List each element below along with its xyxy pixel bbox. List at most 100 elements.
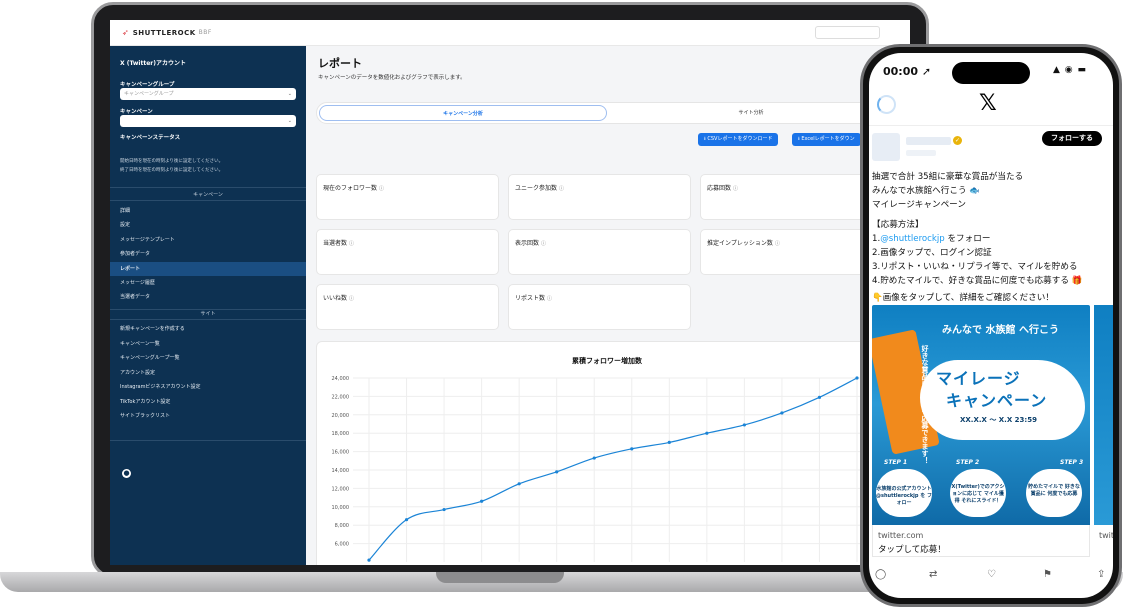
share-icon[interactable]: ⇪ [1097, 569, 1105, 580]
follow-button[interactable]: フォローする [1042, 131, 1102, 146]
info-icon[interactable]: ⓘ [379, 186, 384, 192]
status-note-1: 開始日時を現在の時刻より後に設定してください。 [120, 159, 224, 164]
promo-title-line2: キャンペーン [946, 391, 1048, 410]
data-point[interactable] [592, 456, 596, 460]
metric-label: いいね数 ⓘ [323, 293, 354, 302]
campaign-image-card-next[interactable] [1094, 305, 1113, 525]
sidebar-item-message-history[interactable]: メッセージ履歴 [110, 276, 306, 290]
card-url: twitter.com [878, 531, 924, 540]
metric-label: 推定インプレッション数 ⓘ [707, 238, 780, 247]
bookmark-icon[interactable]: ⚑ [1043, 569, 1052, 580]
card-cta[interactable]: タップして応募！ [878, 543, 946, 555]
y-tick-label: 14,000 [332, 468, 350, 474]
data-point[interactable] [442, 507, 446, 512]
data-point[interactable] [555, 470, 559, 474]
info-icon[interactable]: ⓘ [541, 241, 546, 247]
info-icon[interactable]: ⓘ [559, 186, 564, 192]
sidebar-item-blacklist[interactable]: サイトブラックリスト [110, 409, 306, 423]
section-site: サイト [200, 311, 216, 317]
sidebar-item-details[interactable]: 詳細 [110, 204, 306, 218]
handle-placeholder [906, 150, 936, 156]
metric-label-text: 表示回数 [515, 240, 540, 247]
campaign-image-card[interactable]: みんなで 水族館 へ行こう 好きな賞品に何度でも応募できます！ マイレージ キャ… [872, 305, 1090, 525]
sidebar-item-tiktok[interactable]: TikTokアカウント設定 [110, 395, 306, 409]
reply-icon[interactable]: ◯ [875, 569, 886, 580]
excel-download-button[interactable]: ⭳ Excelレポートをダウン [792, 133, 861, 146]
data-point[interactable] [404, 518, 409, 522]
step-1-label: STEP 1 [884, 459, 908, 466]
sidebar-item-participants[interactable]: 参加者データ [110, 247, 306, 261]
sidebar-item-campaign-list[interactable]: キャンペーン一覧 [110, 337, 306, 351]
sidebar-item-account-settings[interactable]: アカウント設定 [110, 366, 306, 380]
page-description: キャンペーンのデータを数値化およびグラフで表示します。 [318, 75, 466, 81]
account-select[interactable] [815, 26, 880, 39]
step-2-text: X(Twitter)でのアクションに応じて マイル獲得 それにスライド！ [951, 484, 1005, 504]
metric-card-views: 表示回数 ⓘ [508, 229, 691, 275]
tab-site-analysis[interactable]: サイト分析 [607, 105, 895, 121]
metric-card-followers: 現在のフォロワー数 ⓘ [316, 174, 499, 220]
info-icon[interactable]: ⓘ [349, 296, 354, 302]
data-point[interactable] [817, 395, 822, 399]
metric-card-entries: 応募回数 ⓘ [700, 174, 883, 220]
sidebar-item-campaign-groups[interactable]: キャンペーングループ一覧 [110, 351, 306, 365]
campaign-select[interactable]: ⌄ [120, 115, 296, 127]
sidebar-item-instagram[interactable]: Instagramビジネスアカウント設定 [110, 380, 306, 394]
sidebar-item-settings[interactable]: 設定 [110, 218, 306, 232]
tab-campaign-analysis[interactable]: キャンペーン分析 [319, 105, 607, 121]
phone-screen: 00:00 ➚ ▲ ◉ ▬ 𝕏 ✓ フォローする 抽選で合計 35組に豪華な賞品… [869, 53, 1113, 598]
report-tabs: キャンペーン分析 サイト分析 [316, 102, 896, 124]
info-icon[interactable]: ⓘ [547, 296, 552, 302]
verified-badge-icon: ✓ [953, 136, 962, 145]
step-2-label: STEP 2 [956, 459, 980, 466]
sidebar-item-new-campaign[interactable]: 新規キャンペーンを作成する [110, 322, 306, 336]
sidebar-divider [110, 319, 306, 320]
step-3-label: STEP 3 [1060, 459, 1084, 466]
metric-card-impressions: 推定インプレッション数 ⓘ [700, 229, 883, 275]
campaign-status-label: キャンペーンステータス [120, 135, 181, 141]
data-point[interactable] [367, 558, 371, 562]
tweet-line: 4.貯めたマイルで、好きな賞品に何度でも応募する 🎁 [872, 276, 1083, 286]
csv-download-button[interactable]: ⭳ CSVレポートをダウンロード [698, 133, 779, 146]
info-icon[interactable]: ⓘ [775, 241, 780, 247]
data-point[interactable] [517, 482, 521, 486]
app-topbar: ➶ SHUTTLEROCK BBF [110, 20, 910, 46]
tweet-line: マイレージキャンペーン [872, 200, 966, 210]
data-point[interactable] [705, 431, 709, 435]
data-point[interactable] [780, 411, 784, 415]
sidebar-item-winners[interactable]: 当選者データ [110, 290, 306, 304]
tweet-actions: ◯ ⇄ ♡ ⚑ ⇪ [869, 569, 1113, 589]
data-point[interactable] [630, 447, 634, 451]
follower-growth-chart: 累積フォロワー増加数 6,000 8,000 10,000 12,000 14,000 1… [316, 341, 896, 565]
status-time: 00:00 ➚ [883, 65, 931, 78]
campaign-group-label: キャンペーングループ [120, 82, 175, 88]
step-3-text: 貯めたマイルで 好きな賞品に 何度でも応募 [1028, 484, 1080, 497]
data-point[interactable] [855, 376, 859, 380]
promo-title-line1: マイレージ [936, 369, 1021, 388]
main-content: レポート キャンペーンのデータを数値化およびグラフで表示します。 キャンペーン分… [306, 46, 910, 565]
data-point[interactable] [667, 440, 671, 444]
status-note-2: 終了日時を現在の時刻より後に設定してください。 [120, 168, 224, 173]
data-point[interactable] [480, 499, 484, 503]
metric-label: 表示回数 ⓘ [515, 238, 546, 247]
avatar[interactable] [872, 133, 900, 161]
info-icon[interactable]: ⓘ [349, 241, 354, 247]
like-icon[interactable]: ♡ [987, 569, 996, 580]
mention-link[interactable]: @shuttlerockjp [880, 234, 945, 244]
campaign-label: キャンペーン [120, 109, 153, 115]
metric-card-reposts: リポスト数 ⓘ [508, 284, 691, 330]
page-title: レポート [318, 57, 362, 70]
metric-card-winners: 当選者数 ⓘ [316, 229, 499, 275]
repost-icon[interactable]: ⇄ [929, 569, 937, 580]
campaign-group-select[interactable]: キャンペーングループ ⌄ [120, 88, 296, 100]
metric-label-text: リポスト数 [515, 295, 546, 302]
metric-label-text: ユニーク参加数 [515, 185, 558, 192]
sidebar-item-message-template[interactable]: メッセージテンプレート [110, 233, 306, 247]
campaign-group-placeholder: キャンペーングループ [124, 91, 174, 97]
account-heading: X (Twitter)アカウント [120, 60, 186, 67]
data-point[interactable] [742, 423, 746, 427]
sidebar-item-report[interactable]: レポート [110, 262, 306, 276]
user-icon[interactable]: ● [122, 469, 131, 478]
csv-download-label: CSVレポートをダウンロード [707, 136, 773, 142]
info-icon[interactable]: ⓘ [733, 186, 738, 192]
loading-spinner-icon [877, 95, 896, 114]
